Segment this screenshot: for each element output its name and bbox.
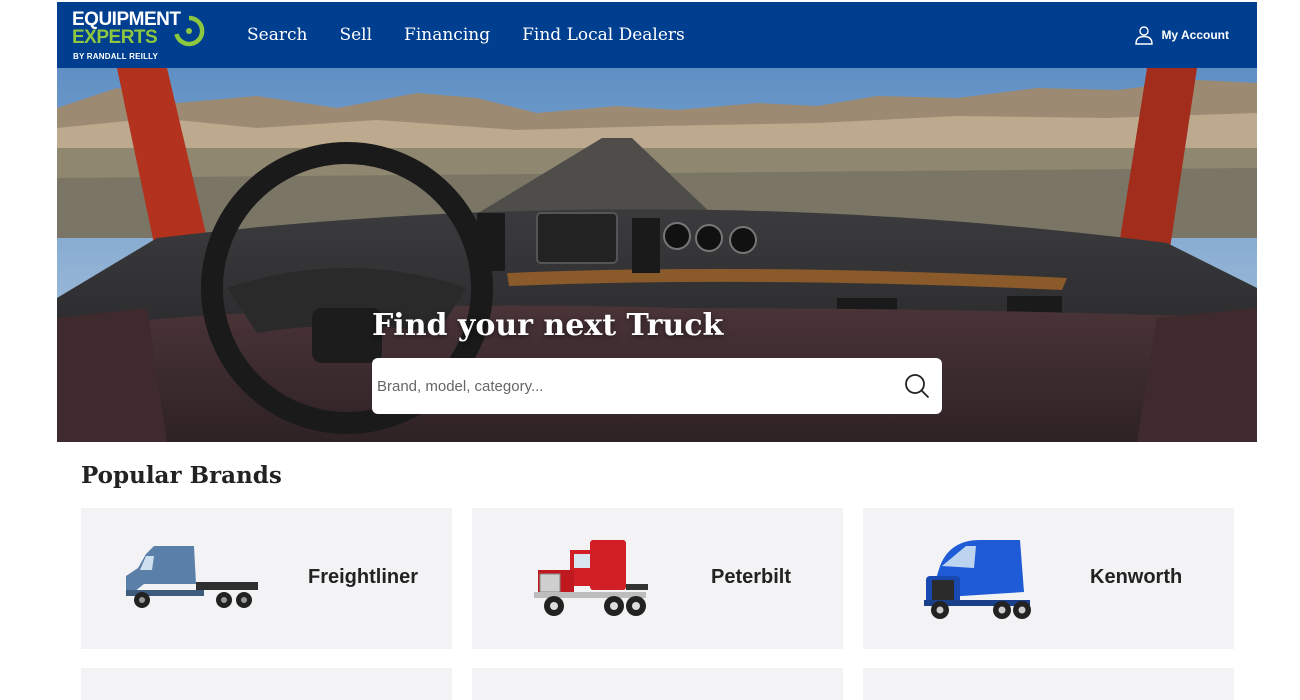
brand-card-freightliner[interactable]: Freightliner [81,508,452,649]
brand-name-kenworth: Kenworth [1090,566,1183,588]
search-box [372,358,942,414]
logo-text-experts: EXPERTS [72,27,158,48]
nav-sell[interactable]: Sell [339,25,372,45]
kenworth-truck-image [924,540,1031,619]
user-icon [1135,26,1154,45]
main-nav: Search Sell Financing Find Local Dealers [247,2,685,68]
equipment-experts-logo[interactable]: EQUIPMENT EXPERTS BY RANDALL REILLY [72,8,212,64]
my-account-label: My Account [1161,28,1229,42]
logo-mark-icon [174,15,205,47]
hero-title: Find your next Truck [372,308,724,343]
brand-card-kenworth[interactable]: Kenworth [863,508,1234,649]
nav-financing[interactable]: Financing [404,25,490,45]
brand-name-peterbilt: Peterbilt [711,566,792,588]
nav-search[interactable]: Search [247,25,307,45]
brand-card-peterbilt[interactable]: Peterbilt [472,508,843,649]
brand-card-row2-2[interactable] [472,668,843,700]
top-navigation-bar: EQUIPMENT EXPERTS BY RANDALL REILLY Sear… [57,2,1257,68]
page: EQUIPMENT EXPERTS BY RANDALL REILLY Sear… [0,0,1300,700]
brand-card-row2-1[interactable] [81,668,452,700]
search-icon[interactable] [902,371,932,401]
popular-brands-title: Popular Brands [81,462,282,489]
peterbilt-truck-image [534,540,648,616]
brand-name-freightliner: Freightliner [308,566,419,588]
hero-banner: Find your next Truck [57,68,1257,442]
search-input[interactable] [372,358,882,414]
brand-card-row2-3[interactable] [863,668,1234,700]
my-account-link[interactable]: My Account [1134,25,1229,45]
logo-subtext: BY RANDALL REILLY [73,52,159,61]
nav-find-local-dealers[interactable]: Find Local Dealers [522,25,685,45]
freightliner-truck-image [126,546,258,608]
